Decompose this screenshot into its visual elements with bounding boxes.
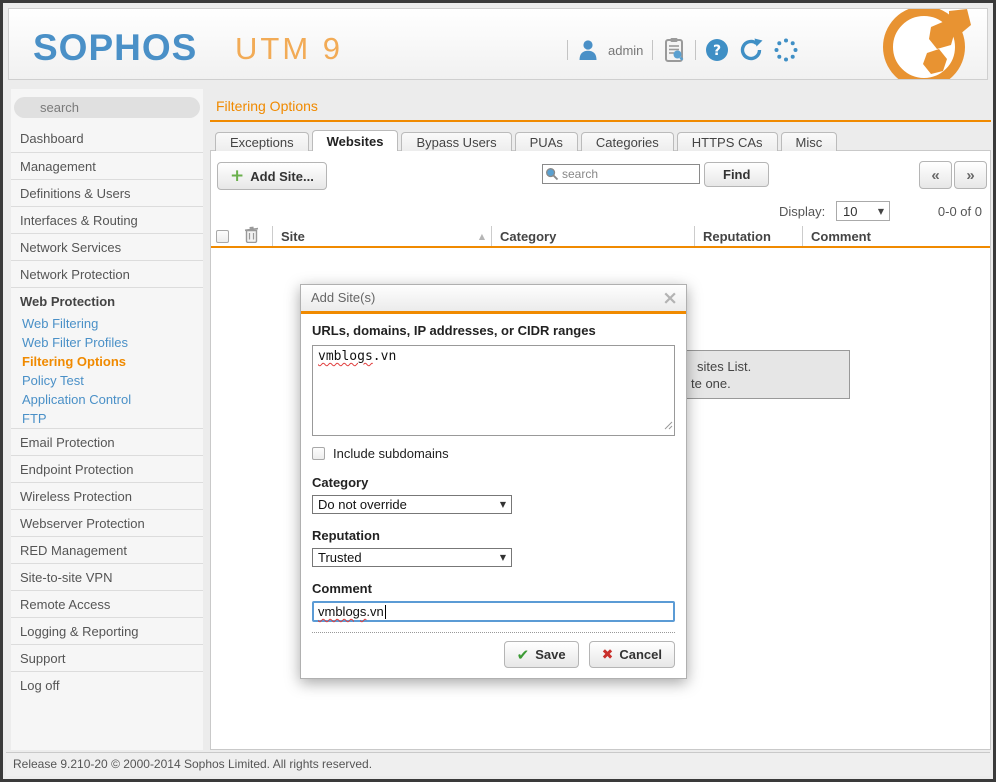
text-caret: [385, 605, 386, 619]
sidebar-item-wireless-protection[interactable]: Wireless Protection: [11, 482, 203, 509]
sidebar-nav: DashboardManagementDefinitions & UsersIn…: [11, 125, 203, 698]
tab-categories[interactable]: Categories: [581, 132, 674, 151]
cancel-button[interactable]: ✖ Cancel: [589, 641, 675, 668]
add-site-dialog: Add Site(s) × URLs, domains, IP addresse…: [300, 284, 687, 679]
column-header-reputation[interactable]: Reputation: [694, 226, 802, 246]
search-icon: [545, 167, 559, 181]
display-count-select[interactable]: 10 ▼: [836, 201, 890, 221]
title-underline: [210, 120, 991, 122]
page-title: Filtering Options: [216, 98, 318, 114]
sidebar-item-log-off[interactable]: Log off: [11, 671, 203, 698]
help-icon[interactable]: ?: [705, 38, 729, 62]
urls-textarea[interactable]: vmblogs.vn: [312, 345, 675, 436]
reputation-label: Reputation: [312, 528, 675, 543]
sidebar-item-endpoint-protection[interactable]: Endpoint Protection: [11, 455, 203, 482]
sidebar-item-email-protection[interactable]: Email Protection: [11, 428, 203, 455]
sidebar-item-interfaces-routing[interactable]: Interfaces & Routing: [11, 206, 203, 233]
sidebar-item-definitions-users[interactable]: Definitions & Users: [11, 179, 203, 206]
include-subdomains-checkbox[interactable]: [312, 447, 325, 460]
dialog-buttons: ✔ Save ✖ Cancel: [312, 641, 675, 668]
display-label: Display:: [779, 204, 825, 219]
chevron-down-icon: ▼: [878, 207, 884, 216]
page-prev-button[interactable]: «: [919, 161, 952, 189]
app-frame: SOPHOS UTM 9 admin: [3, 3, 993, 779]
sidebar: DashboardManagementDefinitions & UsersIn…: [11, 89, 203, 750]
column-header-comment[interactable]: Comment: [802, 226, 990, 246]
table-search-input[interactable]: [542, 164, 700, 184]
sidebar-item-logging-reporting[interactable]: Logging & Reporting: [11, 617, 203, 644]
include-subdomains-label: Include subdomains: [333, 446, 449, 461]
comment-input[interactable]: vmblogs.vn: [312, 601, 675, 622]
username-label: admin: [608, 43, 643, 58]
reputation-select[interactable]: Trusted ▼: [312, 548, 512, 567]
svg-text:?: ?: [713, 43, 721, 59]
tab-websites[interactable]: Websites: [312, 130, 399, 151]
sidebar-item-remote-access[interactable]: Remote Access: [11, 590, 203, 617]
sidebar-item-webserver-protection[interactable]: Webserver Protection: [11, 509, 203, 536]
dialog-title-bar[interactable]: Add Site(s) ×: [301, 285, 686, 311]
category-label: Category: [312, 475, 675, 490]
sophos-logo: SOPHOS: [33, 27, 197, 69]
add-site-button[interactable]: + Add Site...: [217, 162, 327, 190]
list-controls: Display: 10 ▼ 0-0 of 0: [211, 201, 982, 221]
sidebar-item-ftp[interactable]: FTP: [11, 409, 203, 428]
status-bar: Release 9.210-20 © 2000-2014 Sophos Limi…: [6, 752, 990, 776]
dialog-title: Add Site(s): [311, 290, 375, 305]
tab-misc[interactable]: Misc: [781, 132, 838, 151]
divider: [695, 40, 696, 60]
plus-icon: +: [230, 166, 244, 186]
urls-label: URLs, domains, IP addresses, or CIDR ran…: [312, 323, 675, 338]
tab-exceptions[interactable]: Exceptions: [215, 132, 309, 151]
comment-label: Comment: [312, 581, 675, 596]
trash-icon[interactable]: [244, 226, 259, 246]
x-icon: ✖: [602, 647, 614, 663]
include-subdomains-row: Include subdomains: [312, 446, 675, 461]
utm-ball-logo: [879, 9, 975, 79]
tab-bypass-users[interactable]: Bypass Users: [401, 132, 511, 151]
check-icon: ✔: [517, 646, 530, 664]
tab-https-cas[interactable]: HTTPS CAs: [677, 132, 778, 151]
tab-bar: ExceptionsWebsitesBypass UsersPUAsCatego…: [215, 131, 837, 151]
sort-ascending-icon: ▲: [479, 232, 485, 241]
resize-grip-icon[interactable]: [663, 419, 673, 434]
close-icon[interactable]: ×: [662, 285, 678, 311]
tab-puas[interactable]: PUAs: [515, 132, 578, 151]
sidebar-item-site-to-site-vpn[interactable]: Site-to-site VPN: [11, 563, 203, 590]
sidebar-item-dashboard[interactable]: Dashboard: [11, 125, 203, 152]
sidebar-item-filtering-options[interactable]: Filtering Options: [11, 352, 203, 371]
divider: [652, 40, 653, 60]
refresh-icon[interactable]: [738, 38, 764, 62]
audit-log-icon[interactable]: [662, 37, 686, 63]
chevron-down-icon: ▼: [500, 500, 506, 509]
page-next-button[interactable]: »: [954, 161, 987, 189]
sidebar-item-web-filtering[interactable]: Web Filtering: [11, 314, 203, 333]
sidebar-item-web-protection[interactable]: Web Protection: [11, 287, 203, 314]
product-title: UTM 9: [235, 31, 343, 67]
find-button[interactable]: Find: [704, 162, 769, 187]
dialog-body: URLs, domains, IP addresses, or CIDR ran…: [301, 314, 686, 678]
header-user-area: admin ?: [567, 35, 799, 65]
sidebar-item-red-management[interactable]: RED Management: [11, 536, 203, 563]
column-header-site[interactable]: Site▲: [272, 226, 491, 246]
select-all-checkbox[interactable]: [216, 230, 229, 243]
dialog-separator: [312, 632, 675, 633]
sidebar-item-network-services[interactable]: Network Services: [11, 233, 203, 260]
sidebar-search-input[interactable]: [14, 97, 200, 118]
divider: [567, 40, 568, 60]
category-select[interactable]: Do not override ▼: [312, 495, 512, 514]
user-icon: [577, 38, 599, 62]
save-button[interactable]: ✔ Save: [504, 641, 579, 668]
range-label: 0-0 of 0: [938, 204, 982, 219]
chevron-down-icon: ▼: [500, 553, 506, 562]
table-header: Site▲CategoryReputationComment: [211, 226, 990, 248]
sidebar-item-management[interactable]: Management: [11, 152, 203, 179]
sidebar-item-policy-test[interactable]: Policy Test: [11, 371, 203, 390]
sidebar-item-application-control[interactable]: Application Control: [11, 390, 203, 409]
sidebar-item-support[interactable]: Support: [11, 644, 203, 671]
column-header-category[interactable]: Category: [491, 226, 694, 246]
spinner-icon: [773, 37, 799, 63]
header-bar: SOPHOS UTM 9 admin: [8, 8, 988, 80]
sidebar-item-network-protection[interactable]: Network Protection: [11, 260, 203, 287]
sidebar-item-web-filter-profiles[interactable]: Web Filter Profiles: [11, 333, 203, 352]
